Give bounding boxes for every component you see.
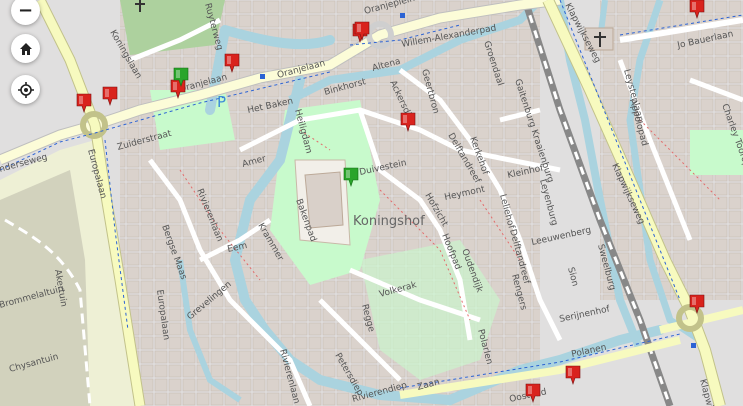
area-label: Koningshof	[353, 214, 425, 229]
home-button[interactable]	[11, 34, 40, 63]
map-canvas[interactable]: P Koningslaan Oranjelaan Oranjelaan Will…	[0, 0, 743, 406]
bus-stop-icon	[691, 343, 696, 348]
home-icon	[19, 42, 32, 55]
locate-icon	[17, 81, 34, 98]
zoom-out-label: −	[17, 0, 34, 21]
bus-stop-icon	[260, 74, 265, 79]
bus-stop-icon	[400, 13, 405, 18]
locate-button[interactable]	[11, 75, 40, 104]
church-icon	[135, 0, 145, 12]
parking-icon: P	[217, 93, 226, 111]
